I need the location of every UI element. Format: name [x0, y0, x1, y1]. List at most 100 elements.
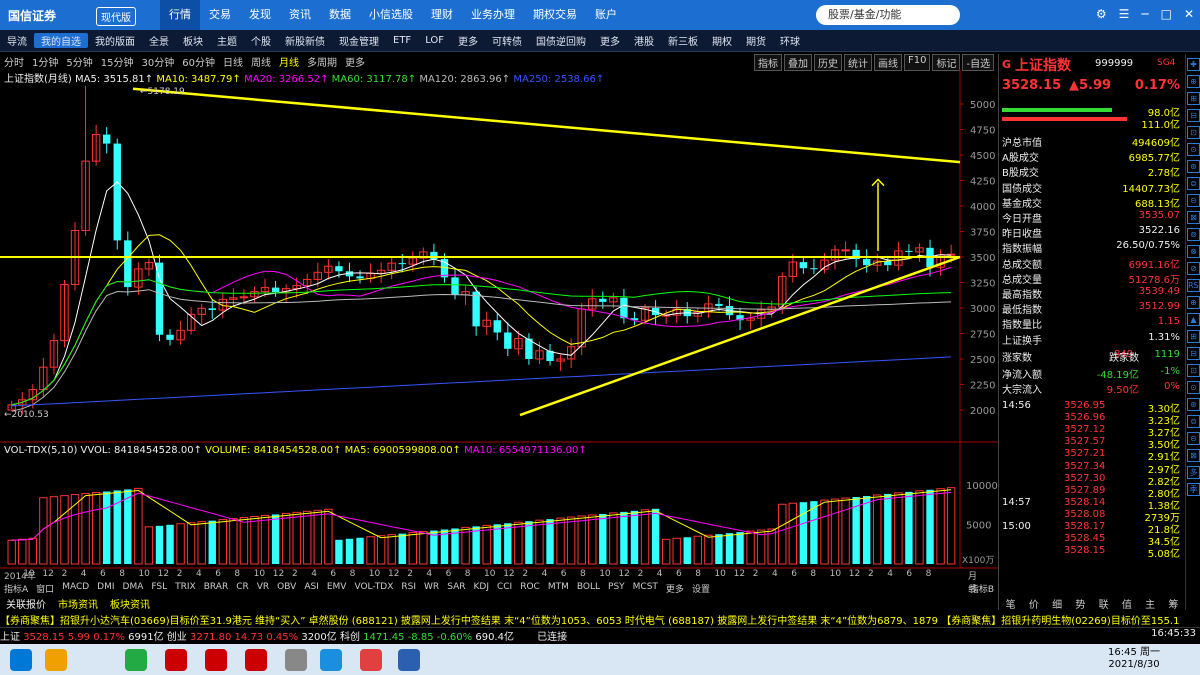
side-icon[interactable]: ⊝ — [1187, 194, 1200, 207]
side-icon[interactable]: ⊟ — [1187, 347, 1200, 360]
app-icon-5[interactable] — [320, 649, 342, 671]
quote-tab[interactable]: 筹 — [1168, 596, 1178, 611]
toolbar-item[interactable]: 板块 — [176, 33, 210, 48]
menu-icon[interactable]: ☰ — [1119, 7, 1130, 21]
side-icon[interactable]: RSI — [1187, 279, 1200, 292]
maximize-icon[interactable]: □ — [1161, 7, 1172, 21]
browser-icon[interactable] — [360, 649, 382, 671]
indicator-tab[interactable]: FSL — [147, 582, 171, 595]
side-icon[interactable]: ⊝ — [1187, 432, 1200, 445]
indicator-tab[interactable]: WR — [420, 582, 443, 595]
indicator-tab[interactable]: BRAR — [200, 582, 232, 595]
menu-item[interactable]: 小信选股 — [360, 0, 422, 30]
period-tab[interactable]: 分时 — [0, 54, 28, 69]
side-icon[interactable]: ⊞ — [1187, 92, 1200, 105]
indicator-tab[interactable]: DMI — [93, 582, 118, 595]
indicator-tab[interactable]: BOLL — [573, 582, 604, 595]
side-icon[interactable]: ⊞ — [1187, 330, 1200, 343]
close-icon[interactable]: ✕ — [1184, 7, 1194, 21]
side-icon[interactable]: ✚ — [1187, 58, 1200, 71]
period-tab[interactable]: 多周期 — [303, 54, 341, 69]
toolbar-item[interactable]: 期货 — [739, 33, 773, 48]
settings-icon[interactable]: ⚙ — [1096, 7, 1107, 21]
toolbar-item[interactable]: 我的自选 — [34, 33, 88, 48]
side-icon[interactable]: ⊜ — [1187, 177, 1200, 190]
toolbar-item[interactable]: 期权 — [705, 33, 739, 48]
side-icon[interactable]: ⊠ — [1187, 211, 1200, 224]
indicator-tab[interactable]: SAR — [443, 582, 469, 595]
kline-chart[interactable]: 5000 4750 4500 4250 4000 3750 3500 3250 3000 2750… — [0, 69, 998, 569]
search-input[interactable]: 股票/基金/功能 — [816, 5, 960, 25]
app-icon-1[interactable] — [165, 649, 187, 671]
side-icon[interactable]: ⊘ — [1187, 262, 1200, 275]
side-icon[interactable]: ⊚ — [1187, 228, 1200, 241]
toolbar-item[interactable]: 我的版面 — [88, 33, 142, 48]
side-icon[interactable]: ⊛ — [1187, 160, 1200, 173]
toolbar-item[interactable]: 更多 — [451, 33, 485, 48]
indicator-tab[interactable]: ASI — [300, 582, 323, 595]
menu-item[interactable]: 数据 — [320, 0, 360, 30]
start-icon[interactable] — [10, 649, 32, 671]
toolbar-item[interactable]: 更多 — [593, 33, 627, 48]
toolbar-item[interactable]: 全景 — [142, 33, 176, 48]
menu-item[interactable]: 资讯 — [280, 0, 320, 30]
period-tab[interactable]: 更多 — [341, 54, 369, 69]
indicator-tab[interactable]: MCST — [629, 582, 662, 595]
indicator-tab[interactable]: 指标A — [0, 582, 32, 595]
indicator-b-tab[interactable]: 指标B — [966, 582, 998, 595]
menu-item[interactable]: 交易 — [200, 0, 240, 30]
period-tab[interactable]: 1分钟 — [28, 54, 62, 69]
quote-tab[interactable]: 价 — [1029, 596, 1039, 611]
indicator-tab[interactable]: TRIX — [171, 582, 200, 595]
side-icon[interactable]: ⊗ — [1187, 245, 1200, 258]
indicator-tab[interactable]: PSY — [604, 582, 629, 595]
side-icon[interactable]: ▲ — [1187, 313, 1200, 326]
indicator-tab[interactable]: CR — [232, 582, 253, 595]
menu-item[interactable]: 理财 — [422, 0, 462, 30]
toolbar-item[interactable]: 现金管理 — [332, 33, 386, 48]
period-tab[interactable]: 30分钟 — [137, 54, 178, 69]
quote-tab[interactable]: 值 — [1122, 596, 1132, 611]
wechat-icon[interactable] — [125, 649, 147, 671]
toolbar-item[interactable]: 国债逆回购 — [529, 33, 593, 48]
period-tab[interactable]: 5分钟 — [62, 54, 96, 69]
info-tab[interactable]: 市场资讯 — [52, 596, 104, 611]
period-tab[interactable]: 月线 — [275, 54, 303, 69]
app-icon-3[interactable] — [245, 649, 267, 671]
indicator-tab[interactable]: 更多 — [662, 582, 688, 595]
side-icon[interactable]: 多 — [1187, 466, 1200, 479]
quote-tab[interactable]: 主 — [1145, 596, 1155, 611]
indicator-tab[interactable]: DMA — [119, 582, 148, 595]
toolbar-item[interactable]: LOF — [418, 35, 451, 46]
period-tab[interactable]: 15分钟 — [97, 54, 138, 69]
toolbar-item[interactable]: 新三板 — [661, 33, 705, 48]
side-icon[interactable]: ⊜ — [1187, 415, 1200, 428]
indicator-tab[interactable]: EMV — [323, 582, 351, 595]
indicator-tab[interactable]: 窗口 — [32, 582, 58, 595]
indicator-tab[interactable]: CCI — [493, 582, 516, 595]
period-tab[interactable]: 60分钟 — [178, 54, 219, 69]
period-tab[interactable]: 日线 — [219, 54, 247, 69]
menu-item[interactable]: 账户 — [586, 0, 626, 30]
menu-item[interactable]: 业务办理 — [462, 0, 524, 30]
toolbar-item[interactable]: 环球 — [773, 33, 807, 48]
toolbar-item[interactable]: 导流 — [0, 33, 34, 48]
folder-icon[interactable] — [45, 649, 67, 671]
menu-item[interactable]: 期权交易 — [524, 0, 586, 30]
app-icon-4[interactable] — [285, 649, 307, 671]
toolbar-item[interactable]: 可转债 — [485, 33, 529, 48]
app-icon-2[interactable] — [205, 649, 227, 671]
toolbar-item[interactable]: 港股 — [627, 33, 661, 48]
side-icon[interactable]: ⊠ — [1187, 449, 1200, 462]
menu-item[interactable]: 发现 — [240, 0, 280, 30]
side-icon[interactable]: ⊕ — [1187, 75, 1200, 88]
quote-tab[interactable]: 细 — [1052, 596, 1062, 611]
indicator-tab[interactable]: MTM — [544, 582, 573, 595]
indicator-tab[interactable]: VOL-TDX — [350, 582, 397, 595]
indicator-tab[interactable]: ROC — [516, 582, 544, 595]
side-icon[interactable]: ⊙ — [1187, 381, 1200, 394]
indicator-tab[interactable]: KDJ — [469, 582, 493, 595]
side-icon[interactable]: ⊙ — [1187, 143, 1200, 156]
indicator-tab[interactable]: RSI — [397, 582, 420, 595]
side-icon[interactable]: ⊕ — [1187, 296, 1200, 309]
